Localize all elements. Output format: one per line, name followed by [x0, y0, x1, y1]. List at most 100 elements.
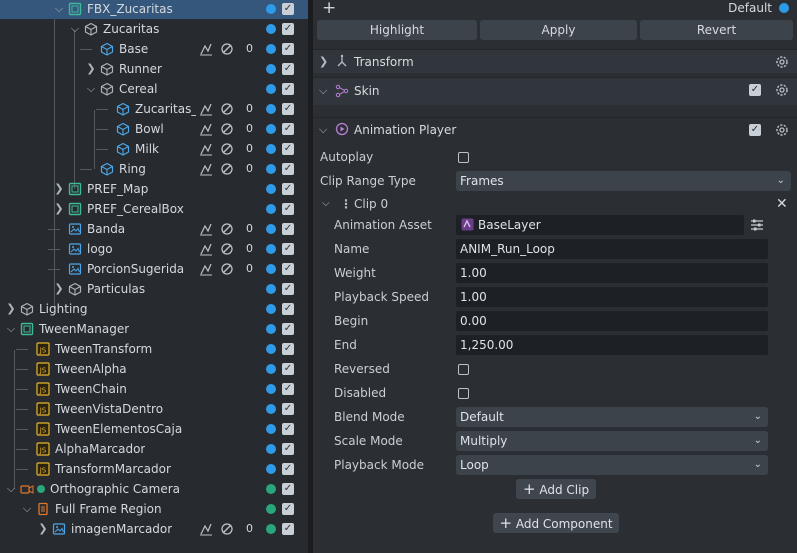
tree-row[interactable]: Ring 0 ✓ [0, 159, 308, 179]
visibility-dot[interactable] [266, 484, 276, 494]
enabled-checkbox[interactable]: ✓ [282, 183, 294, 195]
visibility-dot[interactable] [266, 384, 276, 394]
asset-settings-icon[interactable] [750, 219, 764, 231]
enabled-checkbox[interactable]: ✓ [282, 263, 294, 275]
chevron-right-icon[interactable]: ❯ [319, 55, 328, 68]
visibility-dot[interactable] [266, 364, 276, 374]
enabled-checkbox[interactable]: ✓ [282, 103, 294, 115]
animation-player-header[interactable]: ⌵ Animation Player ✓ [313, 117, 797, 141]
enabled-checkbox[interactable]: ✓ [282, 163, 294, 175]
close-icon[interactable]: ✕ [776, 194, 788, 214]
tree-row[interactable]: ❯ imagenMarcador 0 ✓ [0, 519, 308, 539]
tree-row[interactable]: PorcionSugerida 0 ✓ [0, 259, 308, 279]
drag-handle-icon[interactable]: ⋮ [340, 194, 352, 214]
enabled-checkbox[interactable]: ✓ [282, 503, 294, 515]
no-cast-icon[interactable] [220, 222, 234, 236]
tree-row[interactable]: Banda 0 ✓ [0, 219, 308, 239]
apply-button[interactable]: Apply [480, 20, 637, 40]
no-cast-icon[interactable] [220, 142, 234, 156]
enabled-checkbox[interactable]: ✓ [282, 463, 294, 475]
playback-mode-select[interactable]: Loop ⌄ [456, 455, 768, 475]
tree-row[interactable]: ⌵ TweenManager ✓ [0, 319, 308, 339]
enabled-checkbox[interactable]: ✓ [282, 383, 294, 395]
blend-mode-select[interactable]: Default ⌄ [456, 407, 768, 427]
enabled-checkbox[interactable]: ✓ [282, 63, 294, 75]
weight-field[interactable]: 1.00 [456, 263, 768, 283]
chevron-down-icon[interactable]: ⌵ [319, 123, 327, 137]
tree-row[interactable]: ❯ PREF_Map ✓ [0, 179, 308, 199]
animation-flag-icon[interactable] [199, 122, 213, 136]
visibility-dot[interactable] [266, 144, 276, 154]
tree-row[interactable]: Base 0 ✓ [0, 39, 308, 59]
enabled-checkbox[interactable]: ✓ [282, 143, 294, 155]
visibility-dot[interactable] [266, 504, 276, 514]
visibility-dot[interactable] [266, 84, 276, 94]
chevron-down-icon[interactable]: ⌵ [4, 322, 18, 336]
tree-row[interactable]: ❯ Runner ✓ [0, 59, 308, 79]
chevron-right-icon[interactable]: ❯ [36, 522, 50, 536]
skin-enabled-checkbox[interactable]: ✓ [749, 84, 761, 96]
add-icon[interactable]: + [322, 0, 336, 18]
animation-flag-icon[interactable] [199, 142, 213, 156]
scale-mode-select[interactable]: Multiply ⌄ [456, 431, 768, 451]
gear-icon[interactable] [774, 54, 790, 70]
animation-flag-icon[interactable] [199, 222, 213, 236]
chevron-right-icon[interactable]: ❯ [84, 62, 98, 76]
visibility-dot[interactable] [266, 124, 276, 134]
chevron-down-icon[interactable]: ⌵ [52, 2, 66, 16]
visibility-dot[interactable] [266, 4, 276, 14]
visibility-dot[interactable] [266, 184, 276, 194]
no-cast-icon[interactable] [220, 262, 234, 276]
tree-row[interactable]: ⌵ Cereal ✓ [0, 79, 308, 99]
animation-flag-icon[interactable] [199, 262, 213, 276]
visibility-dot[interactable] [266, 424, 276, 434]
begin-field[interactable]: 0.00 [456, 311, 768, 331]
no-cast-icon[interactable] [220, 162, 234, 176]
visibility-dot[interactable] [266, 464, 276, 474]
enabled-checkbox[interactable]: ✓ [282, 443, 294, 455]
enabled-checkbox[interactable]: ✓ [282, 23, 294, 35]
no-cast-icon[interactable] [220, 102, 234, 116]
tree-row[interactable]: ❯ Lighting ✓ [0, 299, 308, 319]
gear-icon[interactable] [774, 82, 790, 98]
visibility-dot[interactable] [266, 244, 276, 254]
visibility-dot[interactable] [266, 24, 276, 34]
gear-icon[interactable] [774, 122, 790, 138]
chevron-down-icon[interactable]: ⌵ [322, 194, 330, 214]
add-component-button[interactable]: + Add Component [493, 513, 619, 533]
visibility-dot[interactable] [266, 404, 276, 414]
transform-component[interactable]: ❯ Transform [313, 49, 797, 73]
enabled-checkbox[interactable]: ✓ [282, 283, 294, 295]
animation-flag-icon[interactable] [199, 242, 213, 256]
enabled-checkbox[interactable]: ✓ [282, 323, 294, 335]
chevron-right-icon[interactable]: ❯ [52, 282, 66, 296]
chevron-down-icon[interactable]: ⌵ [84, 82, 98, 96]
visibility-dot[interactable] [266, 44, 276, 54]
tree-row[interactable]: ⌵ FBX_Zucaritas ✓ [0, 0, 308, 19]
tree-row[interactable]: Zucaritas_: 0 ✓ [0, 99, 308, 119]
visibility-dot[interactable] [266, 164, 276, 174]
tree-row[interactable]: ❯ Particulas ✓ [0, 279, 308, 299]
tree-row[interactable]: ⌵ Full Frame Region ✓ [0, 499, 308, 519]
no-cast-icon[interactable] [220, 522, 234, 536]
chevron-down-icon[interactable]: ⌵ [68, 22, 82, 36]
chevron-down-icon[interactable]: ⌵ [4, 482, 18, 496]
chevron-right-icon[interactable]: ❯ [52, 202, 66, 216]
chevron-right-icon[interactable]: ❯ [4, 302, 18, 316]
tree-row[interactable]: JS TransformMarcador ✓ [0, 459, 308, 479]
animation-flag-icon[interactable] [199, 42, 213, 56]
no-cast-icon[interactable] [220, 42, 234, 56]
tree-row[interactable]: logo 0 ✓ [0, 239, 308, 259]
chevron-down-icon[interactable]: ⌵ [319, 84, 327, 98]
animation-player-enabled-checkbox[interactable]: ✓ [749, 124, 761, 136]
visibility-dot[interactable] [266, 64, 276, 74]
tree-row[interactable]: ⌵ Zucaritas ✓ [0, 19, 308, 39]
clip-range-type-select[interactable]: Frames ⌄ [456, 171, 791, 191]
chevron-down-icon[interactable]: ⌵ [20, 502, 34, 516]
visibility-dot[interactable] [266, 204, 276, 214]
no-cast-icon[interactable] [220, 122, 234, 136]
enabled-checkbox[interactable]: ✓ [282, 123, 294, 135]
tree-row[interactable]: JS TweenAlpha ✓ [0, 359, 308, 379]
tree-row[interactable]: Bowl 0 ✓ [0, 119, 308, 139]
enabled-checkbox[interactable]: ✓ [282, 43, 294, 55]
